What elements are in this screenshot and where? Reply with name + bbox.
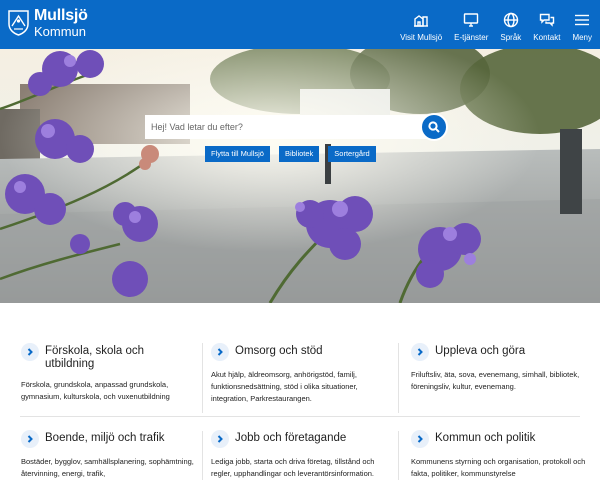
nav-label: E-tjänster [454,33,489,42]
category-title: Uppleva och göra [435,345,526,357]
category-link[interactable]: Jobb och företagande [211,430,386,448]
search-input[interactable] [145,115,428,139]
globe-icon [503,12,519,28]
divider [398,343,399,413]
category-description: Friluftsliv, äta, sova, evenemang, simha… [411,370,580,391]
nav-label: Visit Mullsjö [400,33,443,42]
search-button[interactable] [420,113,448,141]
chevron-right-icon [411,430,429,448]
nav-kontakt[interactable]: Kontakt [533,0,560,49]
chat-icon [539,13,555,27]
category-description: Lediga jobb, starta och driva företag, t… [211,457,375,478]
nav-visit-mullsjo[interactable]: Visit Mullsjö [400,0,442,49]
header-nav: Visit Mullsjö E-tjänster Språk Kontakt M… [388,0,592,49]
nav-sprak[interactable]: Språk [500,0,521,49]
category-grid: Förskola, skola och utbildning Förskola,… [0,303,600,480]
search-bar [145,113,450,141]
divider [202,431,203,480]
quick-link-sortergard[interactable]: Sortergård [328,146,376,162]
category-link[interactable]: Boende, miljö och trafik [21,430,196,448]
category-title: Jobb och företagande [235,432,347,444]
chevron-right-icon [21,430,39,448]
category-card[interactable]: Förskola, skola och utbildning Förskola,… [21,343,196,403]
divider [20,416,580,417]
category-card[interactable]: Jobb och företagande Lediga jobb, starta… [211,430,386,480]
crest-icon [8,10,29,36]
hamburger-icon [575,14,590,26]
category-description: Kommunens styrning och organisation, pro… [411,457,586,478]
nav-e-tjanster[interactable]: E-tjänster [454,0,488,49]
buildings-icon [414,15,429,27]
category-link[interactable]: Kommun och politik [411,430,586,448]
hero-image [0,49,600,303]
category-description: Akut hjälp, äldreomsorg, anhörigstöd, fa… [211,370,358,403]
logo-sub: Kommun [34,24,87,39]
category-card[interactable]: Omsorg och stöd Akut hjälp, äldreomsorg,… [211,343,386,405]
chevron-right-icon [21,343,39,361]
search-icon [428,121,440,133]
divider [398,431,399,480]
category-card[interactable]: Kommun och politik Kommunens styrning oc… [411,430,586,480]
nav-meny[interactable]: Meny [572,0,592,49]
quick-links: Flytta till Mullsjö Bibliotek Sortergård [205,146,385,162]
chevron-right-icon [211,430,229,448]
monitor-icon [464,13,479,27]
category-card[interactable]: Boende, miljö och trafik Bostäder, byggl… [21,430,196,480]
category-description: Bostäder, bygglov, samhällsplanering, so… [21,457,194,478]
quick-link-bibliotek[interactable]: Bibliotek [278,146,320,162]
logo-name: Mullsjö [34,7,88,24]
category-card[interactable]: Uppleva och göra Friluftsliv, äta, sova,… [411,343,586,393]
quick-link-flytta[interactable]: Flytta till Mullsjö [205,146,270,162]
category-link[interactable]: Förskola, skola och utbildning [21,343,196,371]
chevron-right-icon [411,343,429,361]
hero-banner: Flytta till Mullsjö Bibliotek Sortergård [0,49,600,303]
category-link[interactable]: Omsorg och stöd [211,343,386,361]
category-title: Boende, miljö och trafik [45,432,165,444]
category-title: Omsorg och stöd [235,345,323,357]
chevron-right-icon [211,343,229,361]
site-logo[interactable]: Mullsjö Kommun [8,8,88,38]
category-description: Förskola, grundskola, anpassad grundskol… [21,380,170,401]
category-title: Kommun och politik [435,432,536,444]
nav-label: Kontakt [533,33,561,42]
category-title: Förskola, skola och utbildning [45,345,145,370]
site-header: Mullsjö Kommun Visit Mullsjö E-tjänster … [0,0,600,49]
nav-label: Meny [572,33,592,42]
divider [202,343,203,413]
nav-label: Språk [500,33,522,42]
category-link[interactable]: Uppleva och göra [411,343,586,361]
